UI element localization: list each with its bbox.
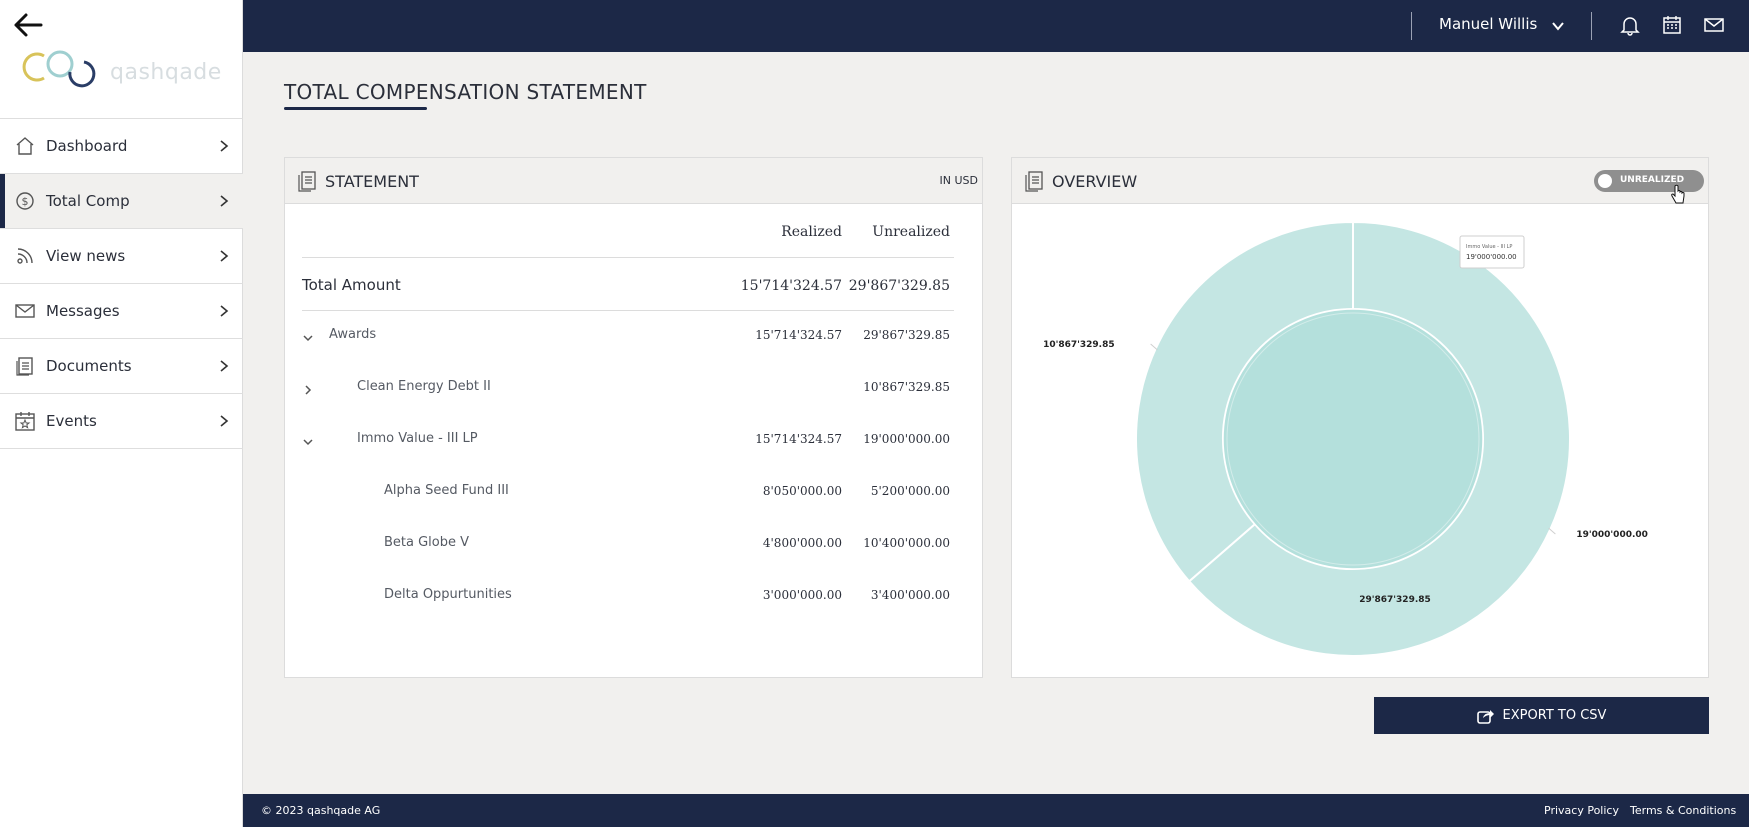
back-arrow-icon[interactable]	[12, 12, 44, 38]
statement-title: STATEMENT	[325, 172, 419, 191]
copyright-text: © 2023 qashqade AG	[261, 804, 381, 817]
bell-icon[interactable]	[1619, 14, 1641, 36]
row-unrealized: 10'867'329.85	[863, 380, 950, 394]
row-label: Beta Globe V	[384, 535, 470, 550]
sidebar-item-view-news[interactable]: View news	[0, 229, 243, 284]
home-icon	[16, 137, 34, 155]
chevron-right-icon	[220, 360, 229, 372]
row-realized: 15'714'324.57	[755, 432, 842, 446]
chevron-right-icon	[220, 250, 229, 262]
chevron-down-icon[interactable]	[302, 436, 314, 448]
mail-icon[interactable]	[1703, 14, 1725, 36]
chevron-right-icon	[220, 140, 229, 152]
sidebar-item-label: Dashboard	[46, 137, 128, 155]
overview-panel: OVERVIEW UNREALIZED 10'867'329.85 19'000'…	[1011, 157, 1709, 678]
sidebar-item-messages[interactable]: Messages	[0, 284, 243, 339]
row-label: Awards	[329, 327, 377, 342]
overview-header: OVERVIEW UNREALIZED	[1012, 158, 1708, 204]
sidebar-item-total-comp[interactable]: $ Total Comp	[0, 174, 243, 229]
logo-mark-icon	[22, 50, 96, 88]
row-unrealized: 19'000'000.00	[863, 432, 950, 446]
statement-header: STATEMENT IN USD	[285, 158, 982, 204]
documents-icon	[298, 171, 316, 192]
chevron-right-icon[interactable]	[302, 384, 314, 396]
export-csv-button[interactable]: EXPORT TO CSV	[1374, 697, 1709, 734]
news-feed-icon	[17, 248, 33, 264]
user-name[interactable]: Manuel Willis	[1439, 15, 1537, 33]
column-header-unrealized: Unrealized	[872, 224, 950, 240]
chart-slice-inner	[1222, 308, 1484, 570]
sidebar-item-label: Messages	[46, 302, 120, 320]
export-label: EXPORT TO CSV	[1502, 708, 1607, 723]
chevron-down-icon[interactable]	[302, 332, 314, 344]
terms-conditions-link[interactable]: Terms & Conditions	[1630, 804, 1736, 817]
row-realized: 15'714'324.57	[755, 328, 842, 342]
row-realized: 4'800'000.00	[762, 536, 842, 550]
row-realized: 3'000'000.00	[762, 588, 842, 602]
chart-tooltip-value: 19'000'000.00	[1466, 253, 1517, 261]
top-bar: Manuel Willis	[243, 0, 1749, 52]
sidebar-item-label: Total Comp	[46, 192, 130, 210]
export-icon	[1476, 709, 1494, 724]
column-header-realized: Realized	[781, 224, 842, 240]
svg-text:$: $	[22, 195, 29, 208]
sidebar-item-label: Documents	[46, 357, 132, 375]
total-label: Total Amount	[302, 276, 401, 294]
currency-note: IN USD	[939, 174, 978, 187]
row-unrealized: 5'200'000.00	[870, 484, 950, 498]
dollar-circle-icon: $	[16, 192, 34, 210]
envelope-icon	[15, 304, 35, 318]
chevron-right-icon	[220, 195, 229, 207]
divider	[302, 257, 954, 258]
row-unrealized: 3'400'000.00	[870, 588, 950, 602]
privacy-policy-link[interactable]: Privacy Policy	[1544, 804, 1619, 817]
sidebar-item-events[interactable]: Events	[0, 394, 243, 449]
chart-data-label: 29'867'329.85	[1359, 595, 1431, 605]
sidebar-item-label: Events	[46, 412, 97, 430]
title-underline	[284, 107, 427, 110]
sidebar-item-dashboard[interactable]: Dashboard	[0, 119, 243, 174]
total-realized: 15'714'324.57	[740, 278, 842, 294]
page-title: TOTAL COMPENSATION STATEMENT	[284, 80, 647, 104]
total-unrealized: 29'867'329.85	[848, 278, 950, 294]
chevron-right-icon	[220, 415, 229, 427]
overview-title: OVERVIEW	[1052, 172, 1138, 191]
chart-tooltip-label: Immo Value - III LP	[1466, 244, 1512, 250]
sidebar: qashqade Dashboard $ Total Comp View new…	[0, 0, 243, 827]
documents-icon	[1025, 171, 1043, 192]
row-label: Immo Value - III LP	[357, 431, 478, 446]
chart-data-label: 19'000'000.00	[1576, 530, 1648, 540]
calendar-icon[interactable]	[1661, 14, 1683, 36]
documents-icon	[16, 357, 33, 376]
statement-panel: STATEMENT IN USD Realized Unrealized Tot…	[284, 157, 983, 678]
chevron-right-icon	[220, 305, 229, 317]
chevron-down-icon[interactable]	[1551, 19, 1565, 33]
row-label: Alpha Seed Fund III	[384, 483, 509, 498]
divider	[1411, 12, 1412, 40]
sidebar-item-label: View news	[46, 247, 126, 265]
row-label: Delta Oppurtunities	[384, 587, 512, 602]
toggle-knob	[1598, 174, 1612, 188]
row-unrealized: 29'867'329.85	[863, 328, 950, 342]
row-unrealized: 10'400'000.00	[863, 536, 950, 550]
divider	[302, 310, 954, 311]
hand-cursor-icon	[1671, 184, 1685, 204]
divider	[1591, 12, 1592, 40]
logo-text: qashqade	[110, 60, 222, 85]
calendar-star-icon	[15, 412, 35, 431]
overview-chart: 10'867'329.85 19'000'000.00 29'867'329.85 I…	[1043, 220, 1648, 657]
sidebar-item-documents[interactable]: Documents	[0, 339, 243, 394]
logo: qashqade	[18, 44, 223, 94]
footer: © 2023 qashqade AG Privacy Policy Terms …	[243, 794, 1749, 827]
row-realized: 8'050'000.00	[762, 484, 842, 498]
row-label: Clean Energy Debt II	[357, 379, 491, 394]
chart-tooltip	[1459, 235, 1525, 269]
chart-data-label: 10'867'329.85	[1043, 340, 1115, 350]
unrealized-toggle[interactable]: UNREALIZED	[1594, 170, 1704, 192]
sidebar-nav: Dashboard $ Total Comp View news Message…	[0, 118, 243, 449]
